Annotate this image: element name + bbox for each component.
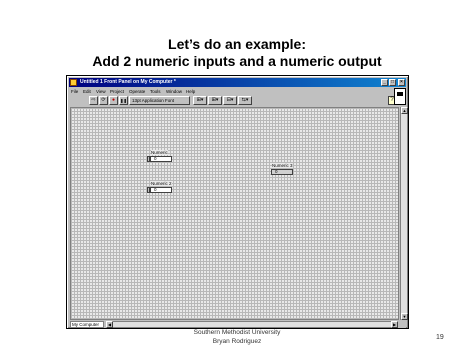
scroll-down-icon[interactable]: ▼ bbox=[401, 313, 408, 320]
run-continuously-icon[interactable]: ⟳ bbox=[99, 96, 108, 105]
scroll-left-icon[interactable]: ◀ bbox=[106, 321, 113, 328]
labview-app-icon bbox=[70, 79, 77, 86]
slide-subtitle: Add 2 numeric inputs and a numeric outpu… bbox=[92, 53, 382, 69]
menu-project[interactable]: Project bbox=[110, 88, 124, 95]
scroll-right-icon[interactable]: ▶ bbox=[391, 321, 398, 328]
window-title: Untitled 1 Front Panel on My Computer * bbox=[80, 79, 176, 85]
vi-connector-icon[interactable] bbox=[394, 88, 406, 105]
status-bar: My Computer ◀ ▶ bbox=[70, 321, 406, 328]
close-button[interactable]: × bbox=[398, 79, 405, 86]
align-objects-icon[interactable]: ⊞▾ bbox=[193, 96, 207, 105]
control-label: Numeric bbox=[151, 150, 168, 155]
pause-icon[interactable]: ❚❚ bbox=[119, 96, 128, 105]
menu-edit[interactable]: Edit bbox=[83, 88, 91, 95]
menu-help[interactable]: Help bbox=[186, 88, 195, 95]
numeric-value-field[interactable]: 0 bbox=[150, 187, 172, 193]
reorder-icon[interactable]: ⇆▾ bbox=[238, 96, 252, 105]
numeric-value-field[interactable]: 0 bbox=[150, 156, 172, 162]
slide-title: Let’s do an example: bbox=[168, 36, 306, 52]
menu-window[interactable]: Window bbox=[166, 88, 182, 95]
run-arrow-icon[interactable]: ⇨ bbox=[89, 96, 98, 105]
abort-execution-icon[interactable]: ● bbox=[109, 96, 118, 105]
resize-objects-icon[interactable]: ⊟▾ bbox=[223, 96, 237, 105]
numeric-indicator-field: 0 bbox=[271, 169, 293, 175]
scroll-up-icon[interactable]: ▲ bbox=[401, 107, 408, 114]
minimize-button[interactable]: _ bbox=[381, 79, 388, 86]
menu-operate[interactable]: Operate bbox=[129, 88, 145, 95]
toolbar: ⇨ ⟳ ● ❚❚ 13pt Application Font ⊞▾ ⊞▾ ⊟▾ … bbox=[69, 88, 406, 105]
vertical-scrollbar[interactable]: ▲ ▼ bbox=[400, 107, 408, 320]
menu-view[interactable]: View bbox=[96, 88, 106, 95]
footer-author: Bryan Rodriguez bbox=[212, 338, 262, 345]
distribute-objects-icon[interactable]: ⊞▾ bbox=[208, 96, 222, 105]
menu-file[interactable]: File bbox=[71, 88, 78, 95]
front-panel-window: Untitled 1 Front Panel on My Computer * … bbox=[66, 75, 409, 329]
font-select[interactable]: 13pt Application Font bbox=[129, 96, 190, 105]
menu-bar: File Edit View Project Operate Tools Win… bbox=[69, 88, 406, 95]
control-label: Numeric 2 bbox=[151, 181, 172, 186]
page-number: 19 bbox=[436, 334, 444, 341]
horizontal-scrollbar[interactable]: ◀ ▶ bbox=[106, 321, 398, 328]
slide-footer: Southern Methodist University Bryan Rodr… bbox=[170, 328, 304, 346]
title-bar[interactable]: Untitled 1 Front Panel on My Computer * … bbox=[69, 78, 406, 87]
footer-university: Southern Methodist University bbox=[193, 329, 281, 336]
context-selector[interactable]: My Computer bbox=[70, 321, 104, 328]
maximize-button[interactable]: □ bbox=[389, 79, 396, 86]
menu-tools[interactable]: Tools bbox=[150, 88, 161, 95]
indicator-label: Numeric 3 bbox=[272, 163, 293, 168]
front-panel-grid[interactable]: Numeric 0 Numeric 2 0 Numeric 3 0 bbox=[70, 107, 399, 320]
